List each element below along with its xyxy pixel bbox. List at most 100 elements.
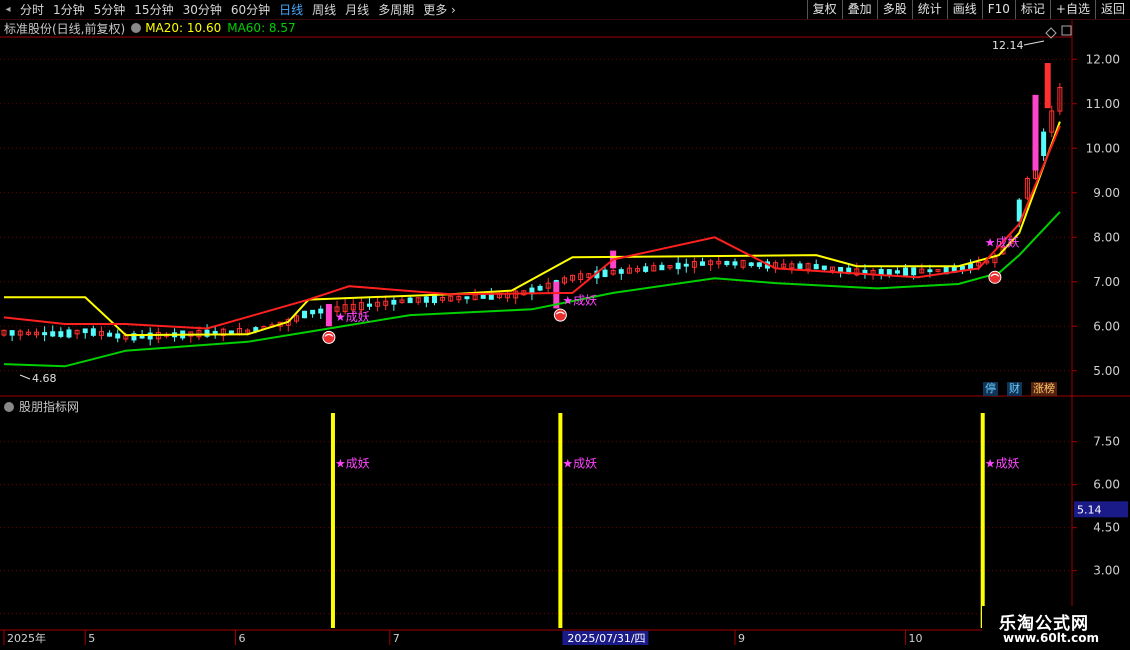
high-arrow [1023, 40, 1045, 46]
y-tick-label: 10.00 [1086, 141, 1120, 155]
y-tick-label: 4.50 [1093, 521, 1120, 535]
candle-body [302, 310, 308, 319]
signal-bar-label: ★成妖 [562, 456, 597, 470]
candle-body [927, 269, 933, 273]
candle-body [58, 331, 64, 337]
candle-body [756, 262, 762, 267]
axis-ticks: 5.006.007.008.009.0010.0011.0012.001.503… [3, 52, 1128, 645]
y-tick-label: 8.00 [1093, 230, 1120, 244]
signal-label: ★成妖 [985, 236, 1020, 250]
candle-body [391, 299, 397, 305]
candle-body [643, 266, 649, 272]
candle-body [813, 264, 819, 270]
watermark-url: www.60lt.com [1003, 631, 1100, 645]
candle-body [366, 303, 372, 307]
signal-bar-label: ★成妖 [335, 456, 370, 470]
axis-frame [0, 20, 1130, 631]
y-tick-label: 12.00 [1086, 52, 1120, 66]
finance-badge[interactable]: 财 [1007, 382, 1022, 396]
candle-body [318, 308, 324, 314]
candle-body [423, 296, 429, 303]
y-tick-label: 11.00 [1086, 97, 1120, 111]
x-tick-label: 6 [238, 632, 245, 645]
signal-ball [553, 308, 567, 322]
x-tick-label: 2025年 [7, 631, 46, 645]
indicator-lines [3, 121, 1061, 368]
suspend-badge[interactable]: 停 [983, 382, 998, 396]
candle-body [903, 267, 909, 276]
candle-body [480, 294, 486, 299]
signal-bar [980, 413, 985, 628]
sub-indicator-title: 股朋指标网 [19, 400, 80, 414]
candle-body [82, 328, 88, 334]
candle-body [675, 262, 681, 270]
candle-body [724, 260, 730, 266]
candle-body-limitup [325, 304, 332, 327]
candle-body [464, 296, 470, 300]
candle-body [107, 332, 113, 337]
candle-body [602, 269, 608, 278]
signal-bar [558, 413, 563, 628]
signal-label: ★成妖 [562, 294, 597, 308]
high-label: 12.14 [992, 39, 1024, 52]
candle-body [66, 329, 72, 338]
candle-body [659, 264, 665, 271]
y-tick-label: 3.00 [1093, 564, 1120, 578]
line-ma20 [4, 121, 1061, 337]
ma20-value: MA20: 10.60 [145, 21, 222, 35]
sub-indicator-bars: ★成妖 ★成妖 ★成妖 [330, 413, 1020, 628]
settings-icon[interactable] [131, 23, 142, 33]
settings-icon[interactable] [4, 401, 14, 412]
candle-body [732, 261, 738, 266]
stock-title: 标准股份(日线,前复权) [4, 21, 126, 36]
candle-body [894, 270, 900, 274]
chart-info: 标准股份(日线,前复权) MA20: 10.60 MA60: 8.57 [4, 20, 296, 36]
x-tick-label: 10 [909, 632, 923, 645]
signal-label: ★成妖 [335, 310, 370, 324]
candle-body [911, 267, 917, 276]
y-tick-label: 9.00 [1093, 186, 1120, 200]
current-value-label: 5.14 [1077, 503, 1102, 516]
gainers-badge[interactable]: 涨榜 [1031, 382, 1057, 396]
low-arrow [19, 374, 31, 380]
candle-body [537, 285, 543, 291]
y-tick-label: 7.50 [1093, 435, 1120, 449]
y-tick-label: 6.00 [1093, 319, 1120, 333]
candle-body [407, 297, 413, 304]
candle-body [1041, 131, 1047, 156]
candle-body-latest [1044, 63, 1051, 109]
candlesticks [1, 63, 1063, 346]
candle-body [115, 333, 121, 339]
signal-ball [322, 330, 336, 344]
signal-marks: ★成妖 ★成妖 ★成妖 12.14 4.68 [19, 25, 1072, 385]
candle-body [821, 265, 827, 270]
candle-body [1016, 199, 1022, 222]
candle-body [310, 309, 316, 315]
signal-bar-label: ★成妖 [985, 456, 1020, 470]
candle-body [9, 330, 15, 336]
candle-body [700, 261, 706, 266]
candle-body [228, 330, 234, 334]
x-tick-label: 5 [88, 632, 95, 645]
candle-body [42, 332, 48, 336]
candle-body [797, 263, 803, 269]
signal-ball [988, 270, 1002, 284]
y-tick-label: 6.00 [1093, 478, 1120, 492]
y-tick-label: 5.00 [1093, 364, 1120, 378]
candle-body [90, 328, 96, 336]
candle-body [50, 331, 56, 337]
panel-icon [1061, 25, 1072, 36]
candle-body [968, 263, 974, 270]
x-tick-label: 9 [738, 632, 745, 645]
candle-body [886, 269, 892, 276]
x-tick-label: 7 [393, 632, 400, 645]
y-tick-label: 7.00 [1093, 275, 1120, 289]
kline-chart[interactable]: ★成妖 ★成妖 ★成妖 12.14 4.68 ★成妖 ★成妖 ★成妖 5.00 6.00 7.0… [0, 0, 1130, 650]
candle-body [748, 262, 754, 266]
signal-bar [330, 413, 335, 628]
ma60-value: MA60: 8.57 [227, 21, 296, 35]
candle-body-limitup [1032, 94, 1039, 171]
candle-body [683, 263, 689, 267]
x-tick-label: 2025/07/31/四 [567, 632, 645, 645]
candle-body [618, 269, 624, 274]
